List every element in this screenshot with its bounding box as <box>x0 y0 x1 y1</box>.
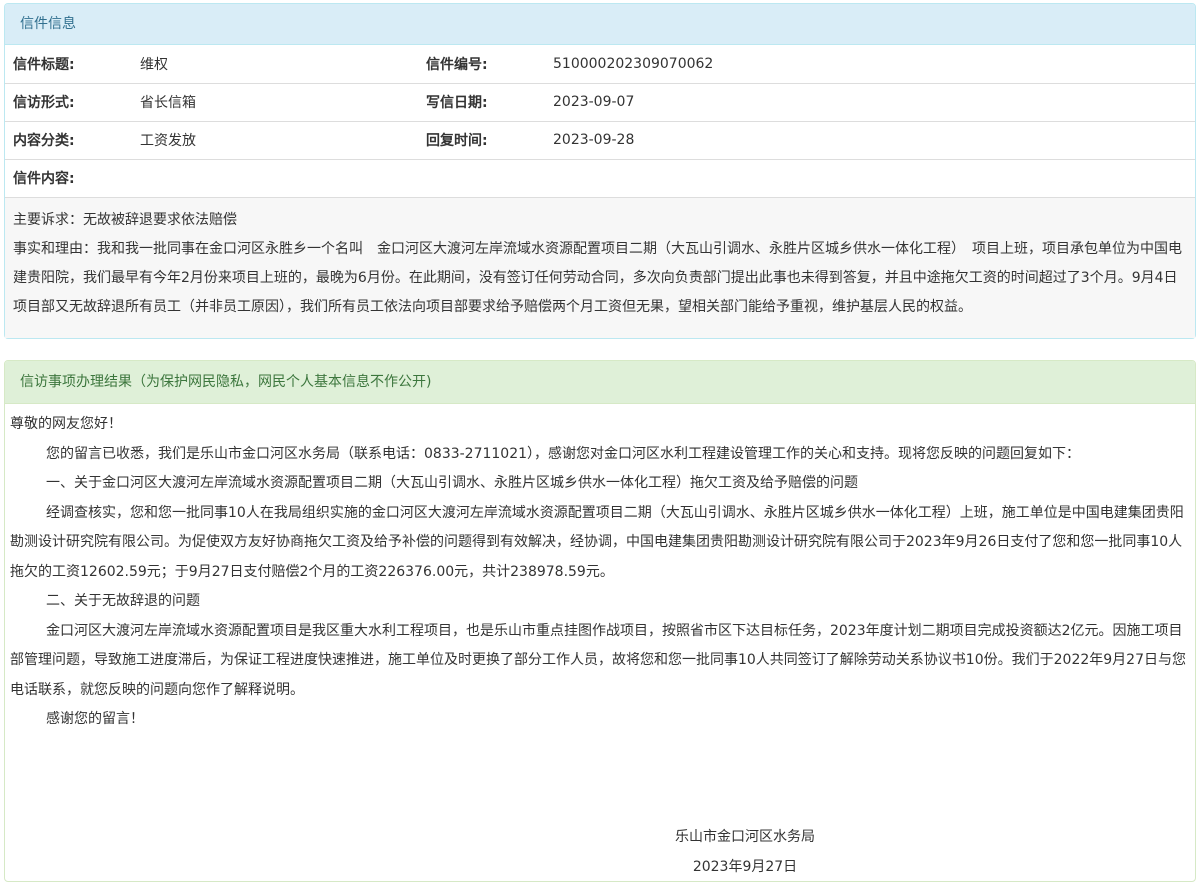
content-category-value: 工资发放 <box>132 121 418 160</box>
reply-time-label: 回复时间: <box>418 121 545 160</box>
result-heading: 信访事项办理结果（为保护网民隐私，网民个人基本信息不作公开) <box>5 361 1195 404</box>
write-date-label: 写信日期: <box>418 83 545 122</box>
letter-number-label: 信件编号: <box>418 45 545 84</box>
letter-title-label: 信件标题: <box>5 45 132 84</box>
reply-time-value: 2023-09-28 <box>545 121 1195 160</box>
letter-info-heading: 信件信息 <box>5 4 1195 45</box>
table-row: 信件内容: <box>5 159 1195 198</box>
content-category-label: 内容分类: <box>5 121 132 160</box>
signature-date: 2023年9月27日 <box>692 859 798 875</box>
letter-meta-table: 信件标题: 维权 信件编号: 510000202309070062 信访形式: … <box>5 45 1195 198</box>
letter-content-body: 主要诉求：无故被辞退要求依法赔偿 事实和理由：我和我一批同事在金口河区永胜乡一个… <box>5 197 1195 338</box>
table-row: 内容分类: 工资发放 回复时间: 2023-09-28 <box>5 121 1195 160</box>
reply-thanks: 感谢您的留言！ <box>46 711 144 727</box>
letter-form-value: 省长信箱 <box>132 83 418 122</box>
letter-content-label: 信件内容: <box>5 159 1195 198</box>
letter-facts-reasons: 事实和理由：我和我一批同事在金口河区永胜乡一个名叫 金口河区大渡河左岸流域水资源… <box>13 240 1182 315</box>
letter-title-value: 维权 <box>132 45 418 84</box>
reply-section-heading: 一、关于金口河区大渡河左岸流域水资源配置项目二期（大瓦山引调水、永胜片区城乡供水… <box>46 475 858 491</box>
reply-greeting: 尊敬的网友您好！ <box>10 416 122 432</box>
signature-org: 乐山市金口河区水务局 <box>675 829 815 845</box>
result-panel: 信访事项办理结果（为保护网民隐私，网民个人基本信息不作公开) 尊敬的网友您好！ … <box>4 360 1196 882</box>
reply-body: 尊敬的网友您好！ 您的留言已收悉，我们是乐山市金口河区水务局（联系电话：0833… <box>5 404 1195 735</box>
table-row: 信件标题: 维权 信件编号: 510000202309070062 <box>5 45 1195 84</box>
table-row: 信访形式: 省长信箱 写信日期: 2023-09-07 <box>5 83 1195 122</box>
reply-paragraph: 经调查核实，您和您一批同事10人在我局组织实施的金口河区大渡河左岸流域水资源配置… <box>10 504 1184 580</box>
letter-main-appeal: 主要诉求：无故被辞退要求依法赔偿 <box>13 211 237 228</box>
letter-info-panel: 信件信息 信件标题: 维权 信件编号: 510000202309070062 信… <box>4 3 1196 339</box>
reply-paragraph: 金口河区大渡河左岸流域水资源配置项目是我区重大水利工程项目，也是乐山市重点挂图作… <box>10 622 1186 698</box>
letter-form-label: 信访形式: <box>5 83 132 122</box>
letter-number-value: 510000202309070062 <box>545 45 1195 84</box>
reply-paragraph: 您的留言已收悉，我们是乐山市金口河区水务局（联系电话：0833-2711021）… <box>46 445 1081 462</box>
write-date-value: 2023-09-07 <box>545 83 1195 122</box>
reply-section-heading: 二、关于无故辞退的问题 <box>46 593 200 609</box>
